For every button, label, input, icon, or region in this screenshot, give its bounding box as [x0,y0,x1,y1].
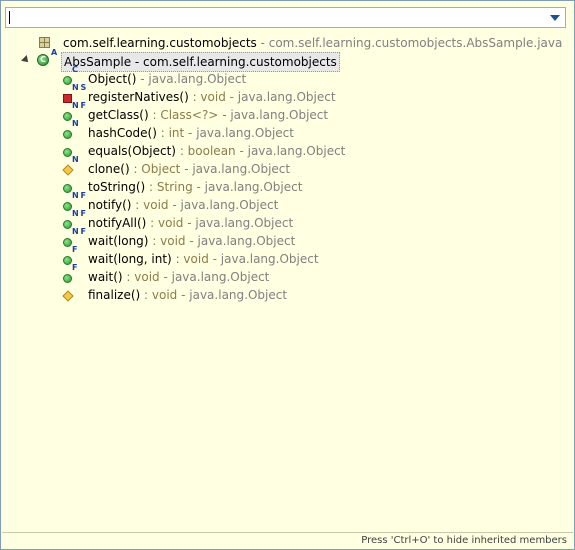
expand-arrow-icon[interactable] [21,55,31,65]
filter-input[interactable] [5,7,566,28]
package-detail: - com.self.learning.customobjects.AbsSam… [256,36,563,50]
public-method-icon [63,76,72,85]
member-return-type: : void [140,288,178,302]
member-row[interactable]: Fwait() : void - java.lang.Object [5,263,565,286]
private-method-icon [63,94,72,103]
member-row[interactable]: toString() : String - java.lang.Object [5,178,565,196]
member-owner: - java.lang.Object [192,180,303,194]
class-icon: C [37,54,49,66]
member-return-type: : void [146,216,184,230]
member-owner: - java.lang.Object [168,198,279,212]
member-modifier: N F [72,191,86,200]
member-return-type: : void [148,234,186,248]
member-modifier: F [72,263,77,272]
package-row[interactable]: com.self.learning.customobjects - com.se… [5,34,565,52]
member-row[interactable]: Fwait(long, int) : void - java.lang.Obje… [5,245,565,268]
member-return-type: : void [122,270,160,284]
member-modifier: N [72,119,79,128]
member-name: notifyAll() [88,216,147,230]
quick-outline-popup: com.self.learning.customobjects - com.se… [0,0,575,550]
member-modifier: N F [72,209,86,218]
member-modifier: N F [72,101,86,110]
text-caret [9,11,10,24]
package-name: com.self.learning.customobjects [63,36,257,50]
member-owner: - java.lang.Object [183,216,294,230]
public-method-icon [63,256,72,265]
member-name: toString() [88,180,146,194]
member-name: registerNatives() [88,90,189,104]
member-row[interactable]: finalize() : void - java.lang.Object [5,286,565,304]
member-row[interactable]: C Object() - java.lang.Object [5,65,565,88]
member-return-type: : boolean [176,144,236,158]
package-icon [39,37,50,48]
protected-method-icon [62,290,74,302]
member-modifier: F [72,245,77,254]
member-owner: - java.lang.Object [159,270,270,284]
member-name: wait() [88,270,123,284]
member-name: notify() [88,198,132,212]
outline-tree[interactable]: com.self.learning.customobjects - com.se… [5,32,568,528]
member-return-type: : void [171,252,209,266]
member-owner: - java.lang.Object [225,90,336,104]
member-return-type: : void [131,198,169,212]
member-name: Object() [88,72,137,86]
member-owner: - java.lang.Object [184,126,294,140]
member-modifier: N S [72,83,86,92]
member-modifier: N [72,155,79,164]
member-row[interactable]: equals(Object) : boolean - java.lang.Obj… [5,142,565,160]
member-row[interactable]: NhashCode() : int - java.lang.Object [5,119,565,142]
member-name: hashCode() [88,126,157,140]
public-method-icon [63,148,72,157]
member-return-type: : void [188,90,226,104]
member-name: wait(long) [88,234,149,248]
member-row[interactable]: Nclone() : Object - java.lang.Object [5,155,565,178]
chevron-down-icon [550,14,560,21]
class-name: AbsSample - com.self.learning.customobje… [64,55,337,69]
member-name: getClass() [88,108,149,122]
member-row[interactable]: N Fwait(long) : void - java.lang.Object [5,227,565,250]
member-row[interactable]: N FnotifyAll() : void - java.lang.Object [5,209,565,232]
member-owner: - java.lang.Object [136,72,247,86]
public-method-icon [63,130,72,139]
member-owner: - java.lang.Object [235,144,346,158]
member-name: equals(Object) [88,144,176,158]
member-row[interactable]: N FgetClass() : Class<?> - java.lang.Obj… [5,101,565,124]
member-return-type: : Class<?> [148,108,219,122]
class-row[interactable]: C A AbsSample - com.self.learning.custom… [5,48,565,72]
member-row[interactable]: N Fnotify() : void - java.lang.Object [5,191,565,214]
abstract-modifier-icon: A [51,48,57,57]
member-return-type: : String [145,180,193,194]
member-owner: - java.lang.Object [185,234,296,248]
protected-method-icon [62,164,74,176]
view-menu-button[interactable] [548,10,562,25]
public-method-icon [63,184,72,193]
member-modifier: C [72,65,78,74]
member-owner: - java.lang.Object [180,162,291,176]
member-owner: - java.lang.Object [177,288,288,302]
member-name: clone() [88,162,130,176]
member-return-type: : int [156,126,185,140]
member-owner: - java.lang.Object [208,252,319,266]
public-method-icon [63,220,72,229]
member-row[interactable]: N SregisterNatives() : void - java.lang.… [5,83,565,106]
public-method-icon [63,238,72,247]
member-name: finalize() [88,288,141,302]
public-method-icon [63,202,72,211]
member-name: wait(long, int) [88,252,172,266]
public-method-icon [63,274,72,283]
member-owner: - java.lang.Object [218,108,329,122]
member-return-type: : Object [129,162,181,176]
member-modifier: N F [72,227,86,236]
status-hint: Press 'Ctrl+O' to hide inherited members [361,535,567,546]
public-method-icon [63,112,72,121]
status-bar: Press 'Ctrl+O' to hide inherited members [2,532,573,548]
